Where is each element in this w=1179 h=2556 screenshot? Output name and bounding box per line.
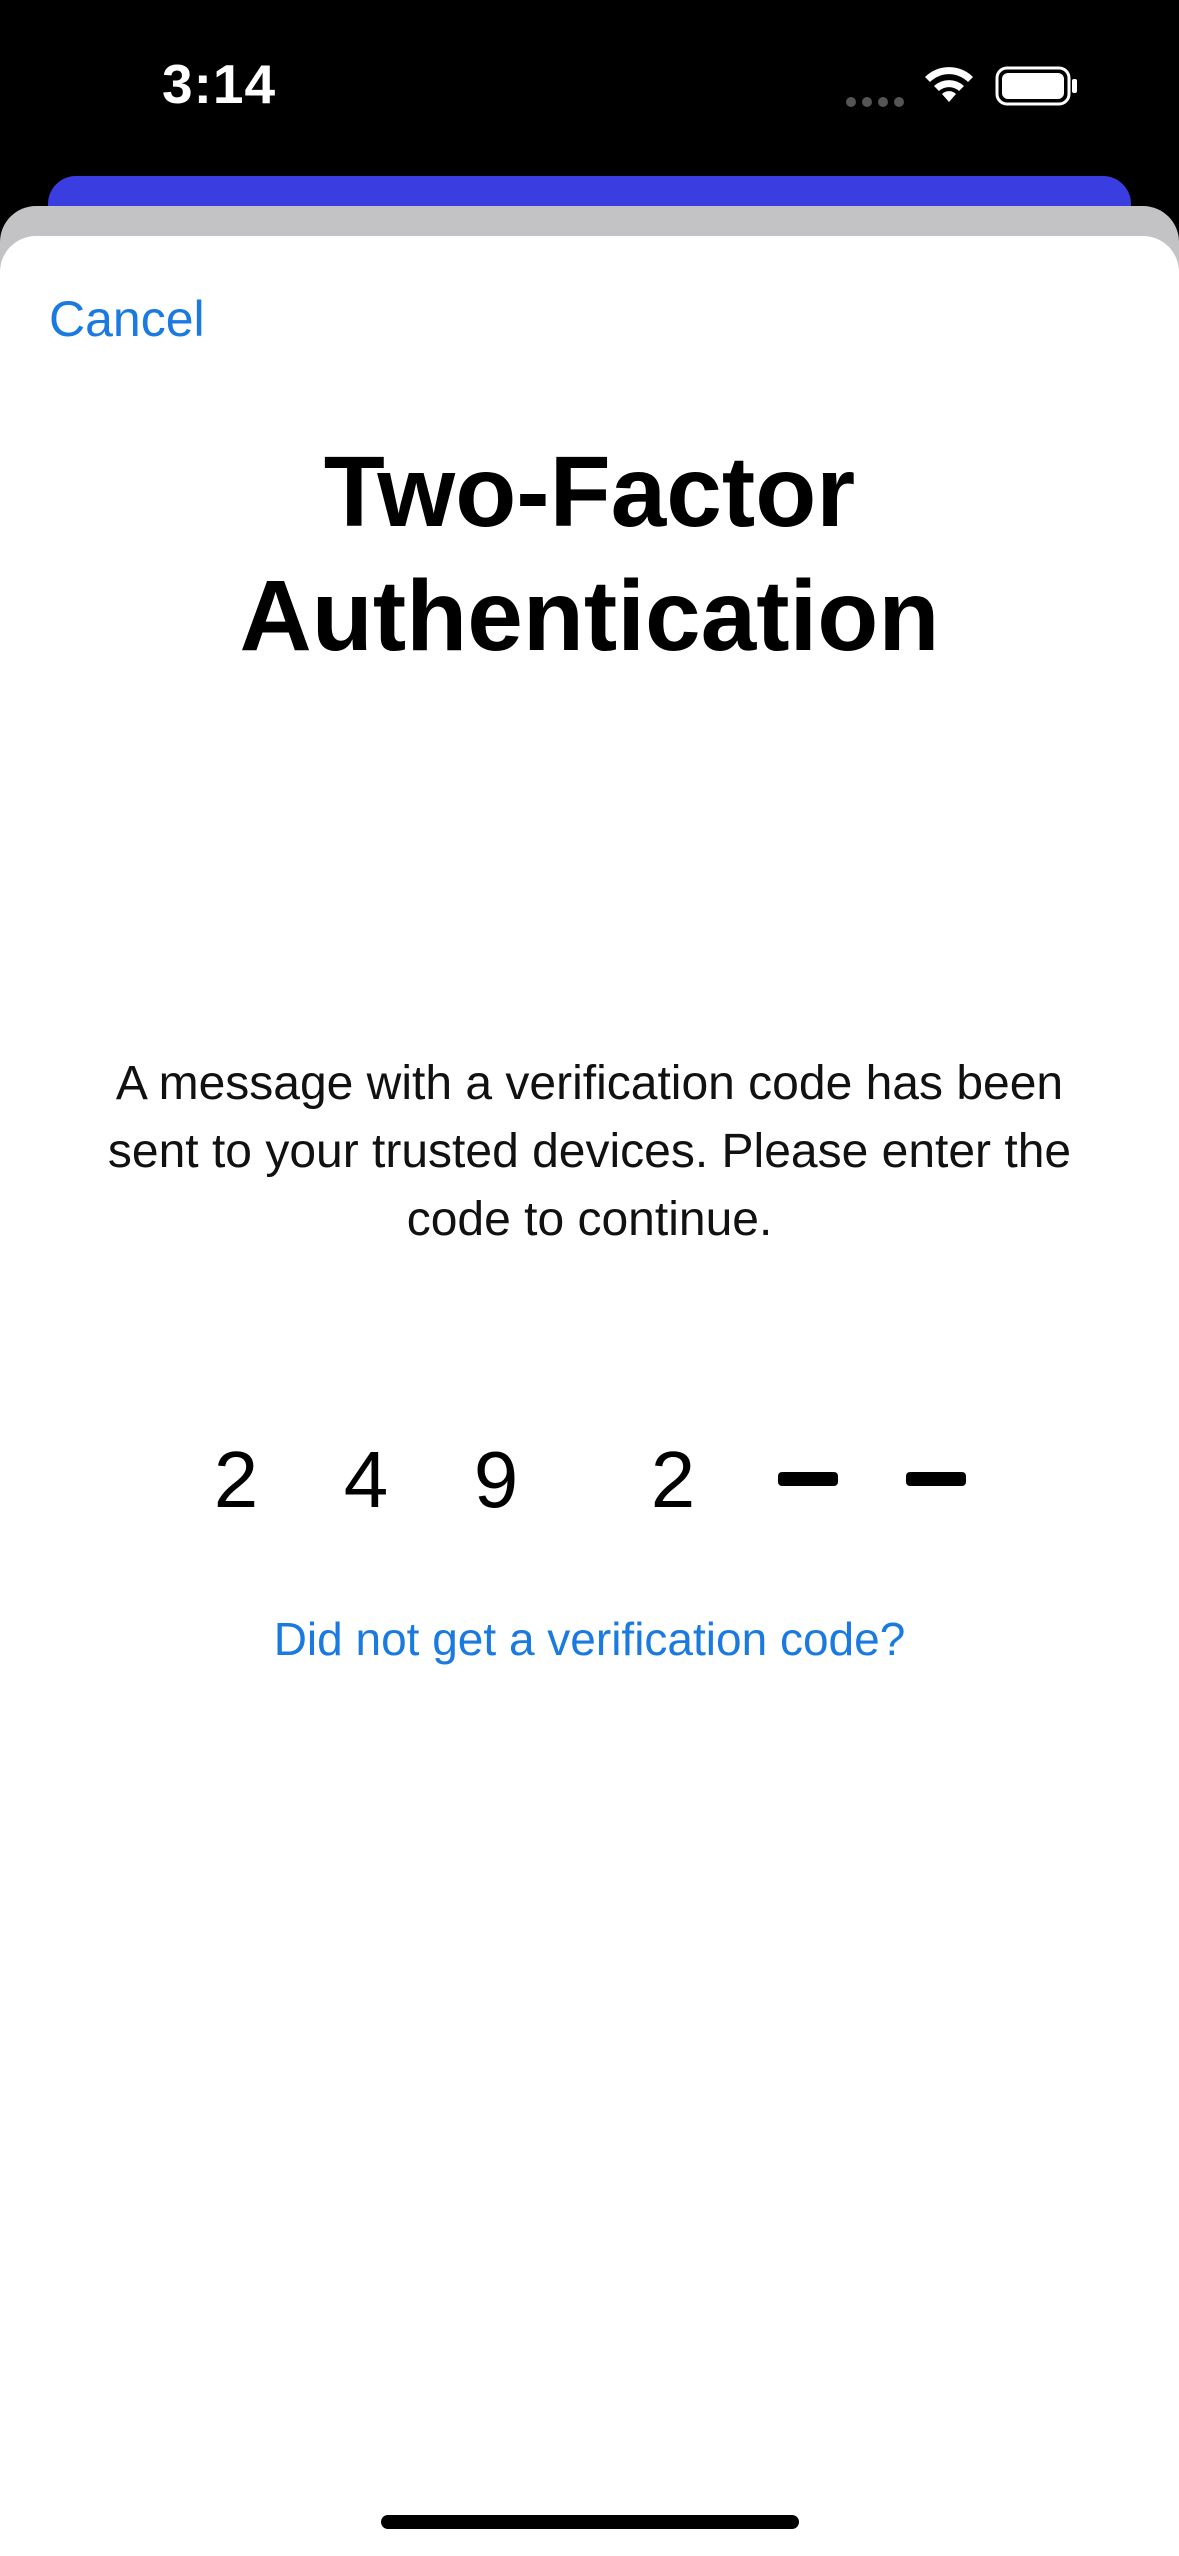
code-placeholder-6 xyxy=(906,1472,966,1486)
wifi-icon xyxy=(925,67,973,102)
code-placeholder-5 xyxy=(778,1472,838,1486)
code-digit-4: 2 xyxy=(650,1435,696,1524)
resend-code-link[interactable]: Did not get a verification code? xyxy=(0,1612,1179,1666)
instruction-text: A message with a verification code has b… xyxy=(107,1057,1072,1246)
cellular-dots-icon xyxy=(846,97,904,107)
code-digit-3: 9 xyxy=(473,1435,519,1524)
status-time: 3:14 xyxy=(162,53,277,115)
code-digit-1: 2 xyxy=(213,1435,259,1524)
cancel-button[interactable]: Cancel xyxy=(49,290,205,348)
code-digit-2: 4 xyxy=(343,1435,389,1524)
page-title: Two-Factor Authentication xyxy=(239,436,940,672)
battery-icon xyxy=(995,66,1077,106)
status-bar: 3:14 xyxy=(0,0,1179,170)
home-indicator[interactable] xyxy=(381,2515,799,2529)
